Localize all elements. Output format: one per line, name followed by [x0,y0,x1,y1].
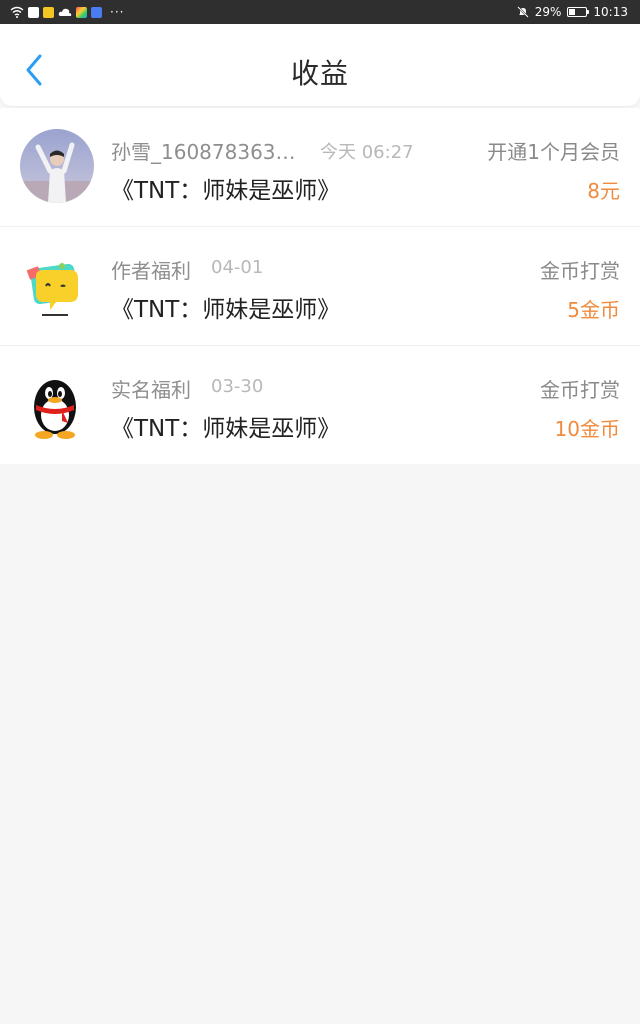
amount: 5金币 [567,298,620,322]
book-title: 《TNT：师妹是巫师》 [111,416,341,442]
header: 收益 [0,24,640,106]
page-title: 收益 [290,57,349,90]
avatar[interactable] [20,129,94,203]
list-item[interactable]: 孙雪_1608783630… 今天 06:27 开通1个月会员 《TNT：师妹是… [0,108,640,226]
item-meta-row: 实名福利 03-30 金币打赏 [111,374,620,402]
chat-bubble-avatar-icon [26,263,78,316]
avatar[interactable] [22,248,88,322]
amount: 8元 [587,179,620,203]
status-icons-right: 29% 10:13 [517,0,628,24]
avatar[interactable] [22,367,88,441]
app-notification-icon [43,6,54,18]
book-title: 《TNT：师妹是巫师》 [111,178,341,204]
item-detail-row: 《TNT：师妹是巫师》 5金币 [111,290,620,323]
status-bar: ··· 29% 10:13 [0,0,640,24]
amount: 10金币 [554,417,620,441]
list-item[interactable]: 作者福利 04-01 金币打赏 《TNT：师妹是巫师》 5金币 [0,226,640,345]
earnings-list: 孙雪_1608783630… 今天 06:27 开通1个月会员 《TNT：师妹是… [0,108,640,464]
penguin-avatar-icon [34,380,76,439]
user-name: 作者福利 [111,259,191,283]
qq-notification-icon [28,6,39,18]
item-action: 金币打赏 [540,259,620,283]
item-time: 04-01 [211,257,264,278]
battery-icon [567,7,590,17]
item-action: 开通1个月会员 [487,140,620,164]
item-meta-row: 孙雪_1608783630… 今天 06:27 开通1个月会员 [111,136,620,164]
item-action: 金币打赏 [540,378,620,402]
item-time: 03-30 [211,376,264,397]
user-photo-avatar [20,129,94,203]
more-notifications: ··· [110,5,125,19]
browser-notification-icon [91,6,102,18]
mute-bell-icon [517,6,529,18]
user-name: 孙雪_1608783630… [111,140,303,164]
wifi-icon [10,6,24,18]
status-icons-left: ··· [10,0,124,24]
book-title: 《TNT：师妹是巫师》 [111,297,341,323]
item-detail-row: 《TNT：师妹是巫师》 10金币 [111,409,620,442]
clock: 10:13 [593,5,628,19]
battery-percent: 29% [534,5,562,19]
item-detail-row: 《TNT：师妹是巫师》 8元 [111,171,620,204]
item-meta-row: 作者福利 04-01 金币打赏 [111,255,620,283]
user-name: 实名福利 [111,378,191,402]
gallery-notification-icon [76,6,87,18]
list-item[interactable]: 实名福利 03-30 金币打赏 《TNT：师妹是巫师》 10金币 [0,345,640,464]
item-time: 今天 06:27 [320,142,414,163]
cloud-icon [58,8,72,16]
